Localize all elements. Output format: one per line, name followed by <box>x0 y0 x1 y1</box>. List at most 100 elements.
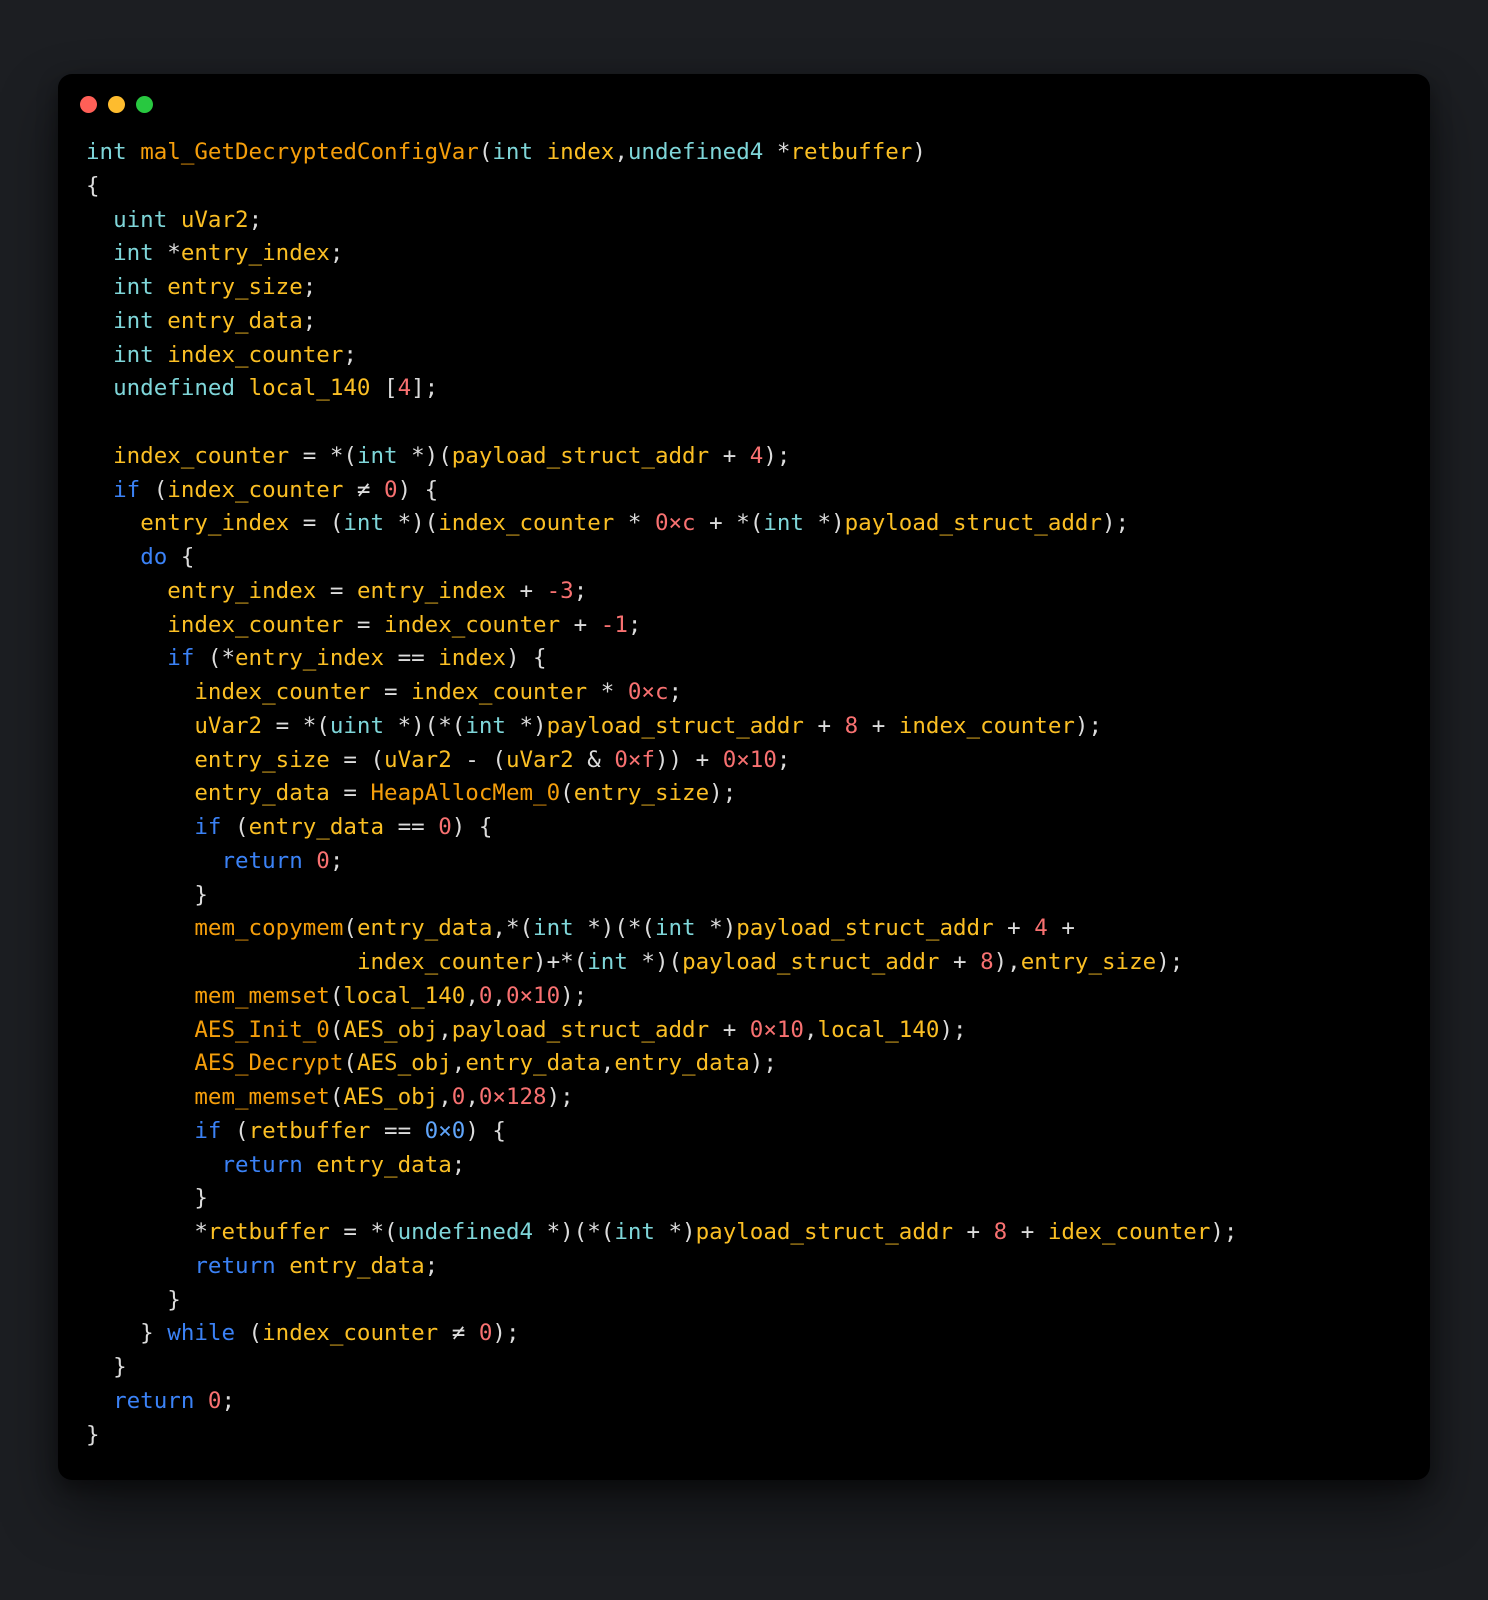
code-token-id: retbuffer <box>790 139 912 165</box>
code-token-pl: [ <box>370 375 397 401</box>
code-token-ty: int <box>113 342 154 368</box>
code-token-id: uVar2 <box>194 713 262 739</box>
code-token-fn: mem_memset <box>194 1084 329 1110</box>
code-token-pl: ; <box>330 240 344 266</box>
code-token-pl <box>86 949 357 975</box>
code-token-pl: ) { <box>452 814 493 840</box>
code-token-id: payload_struct_addr <box>682 949 939 975</box>
code-token-pl <box>86 342 113 368</box>
code-token-pl: - ( <box>452 747 506 773</box>
code-token-pl <box>86 207 113 233</box>
code-token-pl: + <box>953 1219 994 1245</box>
code-token-kw: return <box>221 1152 302 1178</box>
code-token-id: entry_index <box>235 645 384 671</box>
code-token-num: -1 <box>601 612 628 638</box>
code-token-pl: ); <box>1075 713 1102 739</box>
code-token-pl: * <box>154 240 181 266</box>
code-token-pl: ( <box>221 1118 248 1144</box>
code-line: return 0; <box>86 848 343 874</box>
code-token-id: entry_data <box>249 814 384 840</box>
code-token-id: AES_obj <box>357 1050 452 1076</box>
code-token-pl: , <box>601 1050 615 1076</box>
code-line: int *entry_index; <box>86 240 343 266</box>
code-token-pl: *)(*( <box>533 1219 614 1245</box>
minimize-icon[interactable] <box>108 96 125 113</box>
code-token-pl <box>86 1118 194 1144</box>
code-token-pl: , <box>438 1017 452 1043</box>
code-token-pl: ; <box>330 848 344 874</box>
code-token-fn: mem_copymem <box>194 915 343 941</box>
code-token-pl: = *( <box>262 713 330 739</box>
code-token-pl <box>533 139 547 165</box>
code-token-id: index_counter <box>384 612 560 638</box>
code-token-id: entry_data <box>194 780 329 806</box>
code-token-kw: return <box>221 848 302 874</box>
code-token-pl: * <box>614 510 655 536</box>
code-token-pl: , <box>492 983 506 1009</box>
code-token-pl: ( <box>560 780 574 806</box>
code-token-ty: undefined <box>113 375 235 401</box>
code-token-pl: + <box>560 612 601 638</box>
code-token-pl: *) <box>655 1219 696 1245</box>
code-token-pl: ( <box>479 139 493 165</box>
code-token-num: 0×10 <box>723 747 777 773</box>
code-token-id: uVar2 <box>384 747 452 773</box>
code-line: return entry_data; <box>86 1253 438 1279</box>
code-token-num: -3 <box>547 578 574 604</box>
code-token-pl <box>86 1253 194 1279</box>
code-line: } <box>86 1422 100 1448</box>
code-token-pl: ; <box>221 1388 235 1414</box>
code-token-ty: int <box>357 443 398 469</box>
code-token-pl: ( <box>330 983 344 1009</box>
code-token-pl: ); <box>1156 949 1183 975</box>
code-token-pl: ; <box>249 207 263 233</box>
code-token-pl: , <box>804 1017 818 1043</box>
code-token-pl <box>235 375 249 401</box>
code-token-num: 4 <box>1034 915 1048 941</box>
code-token-pl: ; <box>628 612 642 638</box>
code-token-pl: } <box>86 1320 167 1346</box>
code-token-ty: int <box>113 240 154 266</box>
code-token-num: 0 <box>438 814 452 840</box>
code-token-kw: return <box>194 1253 275 1279</box>
code-token-id: payload_struct_addr <box>547 713 804 739</box>
code-token-id: payload_struct_addr <box>452 1017 709 1043</box>
code-token-kw: return <box>113 1388 194 1414</box>
code-token-pl: ); <box>709 780 736 806</box>
code-token-id: entry_size <box>574 780 709 806</box>
code-token-id: AES_obj <box>343 1017 438 1043</box>
code-token-pl: ) { <box>506 645 547 671</box>
code-token-pl: ( <box>343 915 357 941</box>
code-token-pl: ; <box>343 342 357 368</box>
code-token-pl: ); <box>1210 1219 1237 1245</box>
code-token-id: payload_struct_addr <box>736 915 993 941</box>
code-token-pl: + <box>506 578 547 604</box>
code-token-fn: AES_Decrypt <box>194 1050 343 1076</box>
code-token-pl <box>276 1253 290 1279</box>
code-token-ty: int <box>614 1219 655 1245</box>
code-token-pl <box>303 848 317 874</box>
code-token-pl: ); <box>547 1084 574 1110</box>
code-line: entry_size = (uVar2 - (uVar2 & 0×f)) + 0… <box>86 747 790 773</box>
code-line: int mal_GetDecryptedConfigVar(int index,… <box>86 139 926 165</box>
code-token-ty: int <box>465 713 506 739</box>
code-token-pl <box>86 1152 221 1178</box>
code-token-pl: * <box>587 679 628 705</box>
code-line: entry_data = HeapAllocMem_0(entry_size); <box>86 780 736 806</box>
code-token-pl: { <box>167 544 194 570</box>
code-token-ty: undefined4 <box>628 139 763 165</box>
code-token-pl: ≠ <box>438 1320 479 1346</box>
code-token-fn: mem_memset <box>194 983 329 1009</box>
code-token-ty: int <box>655 915 696 941</box>
code-token-pl: , <box>465 1084 479 1110</box>
close-icon[interactable] <box>80 96 97 113</box>
code-line: *retbuffer = *(undefined4 *)(*(int *)pay… <box>86 1219 1237 1245</box>
code-line: { <box>86 173 100 199</box>
code-token-pl: = <box>330 780 371 806</box>
code-token-ty: int <box>533 915 574 941</box>
code-token-pl: , <box>438 1084 452 1110</box>
zoom-icon[interactable] <box>136 96 153 113</box>
code-token-id: retbuffer <box>208 1219 330 1245</box>
code-token-pl <box>194 1388 208 1414</box>
code-token-id: payload_struct_addr <box>696 1219 953 1245</box>
